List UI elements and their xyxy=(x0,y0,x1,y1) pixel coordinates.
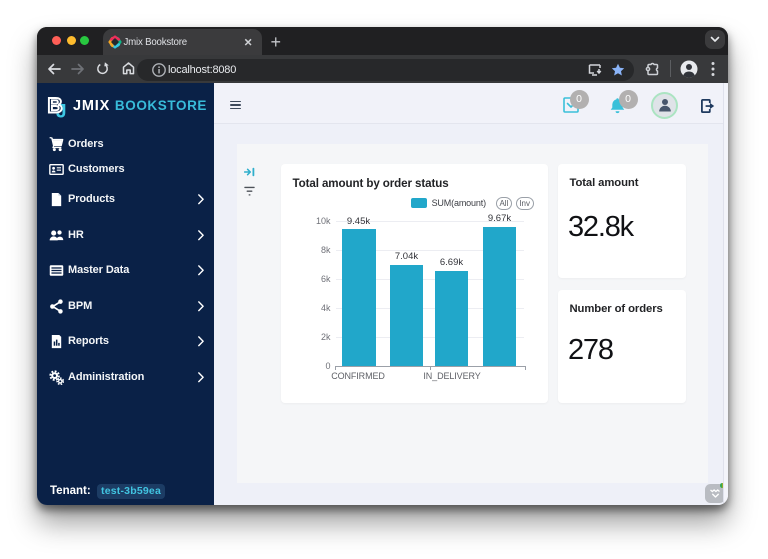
svg-text:B: B xyxy=(48,95,63,118)
